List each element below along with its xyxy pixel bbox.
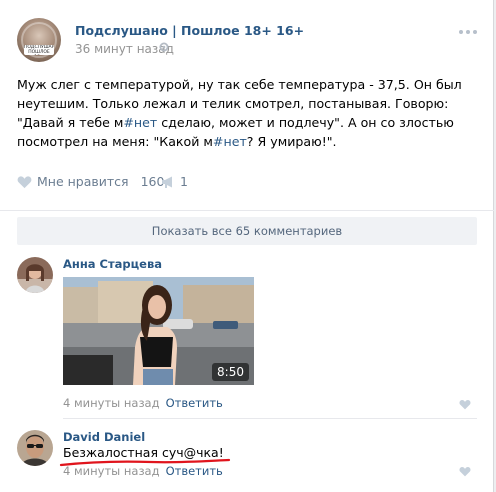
avatar[interactable] [17, 257, 53, 293]
like-label: Мне нравится [37, 174, 129, 189]
post-text-part: ? Я умираю!". [246, 134, 337, 149]
avatar[interactable] [17, 430, 53, 466]
show-all-comments-button[interactable]: Показать все 65 комментариев [17, 217, 477, 245]
share-button[interactable]: 1 [161, 174, 188, 189]
heart-icon [17, 175, 32, 188]
comment: Анна Старцева 8:50 4 минуты назад Ответи… [17, 257, 477, 410]
group-avatar[interactable]: ПОДСЛУШАНО ПОШЛОЕ 18+ [17, 18, 61, 62]
gear-icon[interactable] [158, 41, 170, 53]
post-header: ПОДСЛУШАНО ПОШЛОЕ 18+ Подслушано | Пошло… [17, 18, 477, 62]
comment-author[interactable]: Анна Старцева [63, 257, 162, 271]
comment-meta: 4 минуты назад Ответить [63, 396, 223, 410]
more-icon[interactable] [459, 30, 477, 36]
comment: David Daniel Безжалостная суч@чка! 4 мин… [17, 430, 477, 482]
reply-link[interactable]: Ответить [166, 464, 223, 478]
heart-icon[interactable] [459, 466, 471, 477]
video-thumbnail[interactable]: 8:50 [63, 277, 254, 385]
comment-time[interactable]: 4 минуты назад [63, 464, 160, 478]
megaphone-icon [162, 176, 172, 188]
comment-meta: 4 минуты назад Ответить [63, 464, 223, 478]
group-name-link[interactable]: Подслушано | Пошлое 18+ 16+ [75, 23, 304, 38]
like-button[interactable]: Мне нравится 160 [17, 174, 164, 189]
comment-divider [63, 418, 477, 419]
reply-link[interactable]: Ответить [166, 396, 223, 410]
avatar-badge: ПОДСЛУШАНО ПОШЛОЕ 18+ [24, 45, 54, 55]
post-card: ПОДСЛУШАНО ПОШЛОЕ 18+ Подслушано | Пошло… [0, 0, 494, 492]
post-actions: Мне нравится 160 1 [17, 172, 477, 194]
divider [0, 210, 494, 211]
comment-time[interactable]: 4 минуты назад [63, 396, 160, 410]
share-count: 1 [180, 174, 188, 189]
hashtag-link[interactable]: #нет [213, 134, 247, 149]
comment-author[interactable]: David Daniel [63, 430, 145, 444]
hashtag-link[interactable]: #нет [123, 115, 157, 130]
heart-icon[interactable] [459, 399, 471, 410]
video-duration: 8:50 [212, 363, 249, 381]
post-text: Муж слег с температурой, ну так себе тем… [17, 75, 479, 151]
